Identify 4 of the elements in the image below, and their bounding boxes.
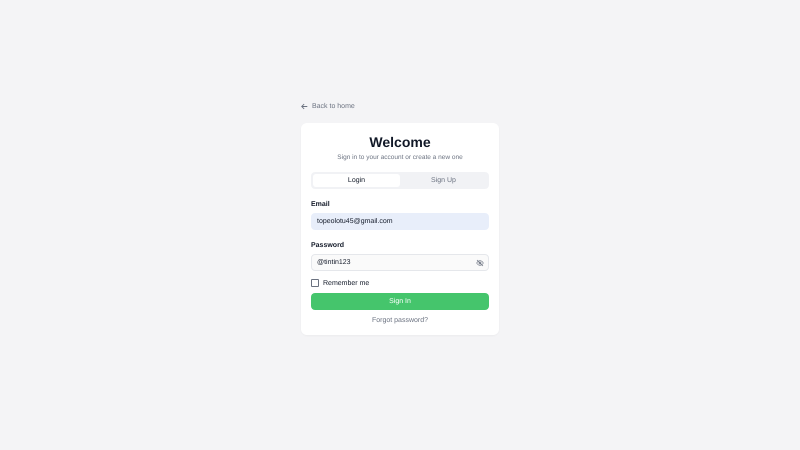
arrow-left-icon [301, 103, 308, 110]
card-title: Welcome [368, 134, 432, 150]
eye-slash-icon[interactable] [476, 258, 484, 266]
remember-checkbox[interactable] [311, 279, 319, 287]
